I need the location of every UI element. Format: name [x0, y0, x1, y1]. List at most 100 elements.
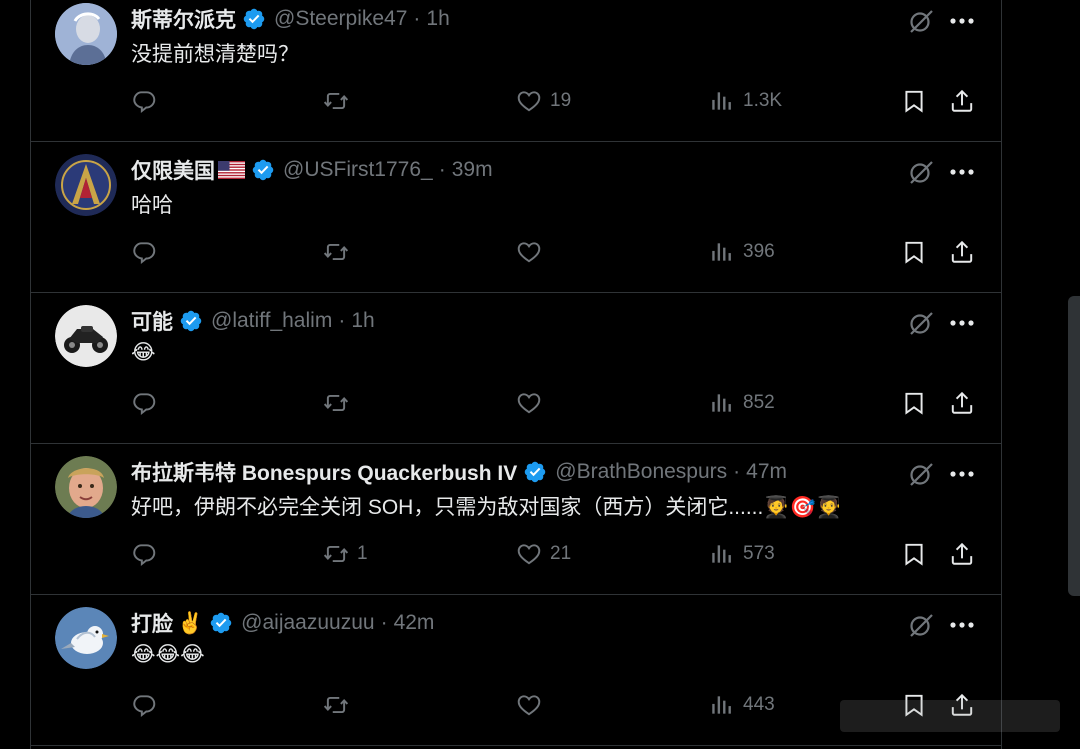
- tweet-header: 可能 @latiff_halim · 1h: [131, 306, 375, 336]
- like-icon: [516, 541, 542, 567]
- like-button[interactable]: 21: [516, 537, 571, 571]
- tweet[interactable]: 仅限美国 @USFirst1776_ · 39m 哈哈 396: [31, 143, 1001, 293]
- like-button[interactable]: [516, 235, 550, 269]
- username[interactable]: @aijaazuuzuu: [241, 611, 374, 635]
- avatar[interactable]: [55, 3, 117, 65]
- more-icon[interactable]: [947, 460, 977, 488]
- views-button[interactable]: 573: [709, 537, 775, 571]
- retweet-button[interactable]: 1: [323, 537, 368, 571]
- display-name[interactable]: 仅限美国: [131, 155, 215, 185]
- verified-badge-icon: [251, 158, 275, 182]
- timestamp[interactable]: 47m: [746, 460, 787, 484]
- verified-badge-icon: [242, 7, 266, 31]
- retweet-icon: [323, 239, 349, 265]
- grok-icon[interactable]: [907, 7, 935, 35]
- retweet-button[interactable]: [323, 688, 357, 722]
- views-button[interactable]: 1.3K: [709, 84, 782, 118]
- more-icon[interactable]: [947, 309, 977, 337]
- username[interactable]: @BrathBonespurs: [555, 460, 727, 484]
- retweet-button[interactable]: [323, 84, 357, 118]
- grok-icon[interactable]: [907, 611, 935, 639]
- tweet-actions: 1 21 573: [31, 537, 1001, 571]
- timestamp[interactable]: 42m: [394, 611, 435, 635]
- bookmark-button[interactable]: [901, 386, 927, 420]
- grok-icon[interactable]: [907, 460, 935, 488]
- tweet-text: 😂😂😂: [131, 643, 205, 666]
- reply-icon: [131, 390, 157, 416]
- grok-icon[interactable]: [907, 158, 935, 186]
- share-button[interactable]: [949, 84, 975, 118]
- avatar[interactable]: [55, 305, 117, 367]
- avatar[interactable]: [55, 154, 117, 216]
- display-name[interactable]: 可能: [131, 306, 173, 336]
- timestamp[interactable]: 39m: [452, 158, 493, 182]
- views-icon: [709, 239, 735, 265]
- timestamp[interactable]: 1h: [351, 309, 374, 333]
- display-name[interactable]: 布拉斯韦特 Bonespurs Quackerbush IV: [131, 457, 517, 487]
- reply-button[interactable]: [131, 386, 165, 420]
- bookmark-icon: [901, 541, 927, 567]
- tweet[interactable]: 斯蒂尔派克 @Steerpike47 · 1h 没提前想清楚吗？ 19 1.3K: [31, 0, 1001, 142]
- views-button[interactable]: 852: [709, 386, 775, 420]
- separator-dot: ·: [338, 309, 346, 332]
- tweet-text: 哈哈: [131, 194, 173, 217]
- views-button[interactable]: 396: [709, 235, 775, 269]
- views-count: 396: [743, 241, 775, 262]
- views-count: 573: [743, 543, 775, 564]
- verified-badge-icon: [209, 611, 233, 635]
- like-count: 19: [550, 90, 572, 111]
- grok-icon[interactable]: [907, 309, 935, 337]
- avatar[interactable]: [55, 456, 117, 518]
- share-button[interactable]: [949, 537, 975, 571]
- views-icon: [709, 541, 735, 567]
- views-count: 443: [743, 694, 775, 715]
- retweet-button[interactable]: [323, 235, 357, 269]
- bookmark-icon: [901, 239, 927, 265]
- separator-dot: ·: [380, 611, 388, 634]
- more-icon[interactable]: [947, 7, 977, 35]
- tweet[interactable]: 可能 @latiff_halim · 1h 😂 852: [31, 294, 1001, 444]
- tweet-actions: 396: [31, 235, 1001, 269]
- share-button[interactable]: [949, 386, 975, 420]
- tweet-text: 😂: [131, 341, 156, 364]
- reply-button[interactable]: [131, 84, 165, 118]
- bookmark-button[interactable]: [901, 235, 927, 269]
- share-icon: [949, 541, 975, 567]
- like-button[interactable]: 19: [516, 84, 571, 118]
- username[interactable]: @USFirst1776_: [283, 158, 433, 182]
- display-name[interactable]: 打脸: [131, 608, 173, 638]
- more-icon[interactable]: [947, 611, 977, 639]
- tweet-header: 仅限美国 @USFirst1776_ · 39m: [131, 155, 493, 185]
- bookmark-button[interactable]: [901, 84, 927, 118]
- retweet-icon: [323, 390, 349, 416]
- separator-dot: ·: [438, 158, 446, 181]
- like-button[interactable]: [516, 688, 550, 722]
- reply-button[interactable]: [131, 688, 165, 722]
- share-button[interactable]: [949, 235, 975, 269]
- views-icon: [709, 692, 735, 718]
- watermark: [840, 700, 1060, 732]
- like-icon: [516, 239, 542, 265]
- share-icon: [949, 239, 975, 265]
- reply-button[interactable]: [131, 235, 165, 269]
- like-icon: [516, 88, 542, 114]
- share-icon: [949, 390, 975, 416]
- retweet-button[interactable]: [323, 386, 357, 420]
- tweet-text: 好吧，伊朗不必完全关闭 SOH，只需为敌对国家（西方）关闭它......🧑‍🎓🎯…: [131, 496, 842, 519]
- timestamp[interactable]: 1h: [426, 7, 449, 31]
- retweet-icon: [323, 692, 349, 718]
- display-name[interactable]: 斯蒂尔派克: [131, 4, 236, 34]
- tweet[interactable]: 布拉斯韦特 Bonespurs Quackerbush IV @BrathBone…: [31, 445, 1001, 595]
- bookmark-button[interactable]: [901, 537, 927, 571]
- like-button[interactable]: [516, 386, 550, 420]
- timeline-feed: 斯蒂尔派克 @Steerpike47 · 1h 没提前想清楚吗？ 19 1.3K 仅限美国 @U…: [30, 0, 1002, 749]
- avatar[interactable]: [55, 607, 117, 669]
- more-icon[interactable]: [947, 158, 977, 186]
- username[interactable]: @latiff_halim: [211, 309, 332, 333]
- verified-badge-icon: [179, 309, 203, 333]
- reply-button[interactable]: [131, 537, 165, 571]
- scrollbar[interactable]: [1068, 296, 1080, 596]
- views-button[interactable]: 443: [709, 688, 775, 722]
- tweet-header: 布拉斯韦特 Bonespurs Quackerbush IV @BrathBone…: [131, 457, 787, 487]
- username[interactable]: @Steerpike47: [274, 7, 407, 31]
